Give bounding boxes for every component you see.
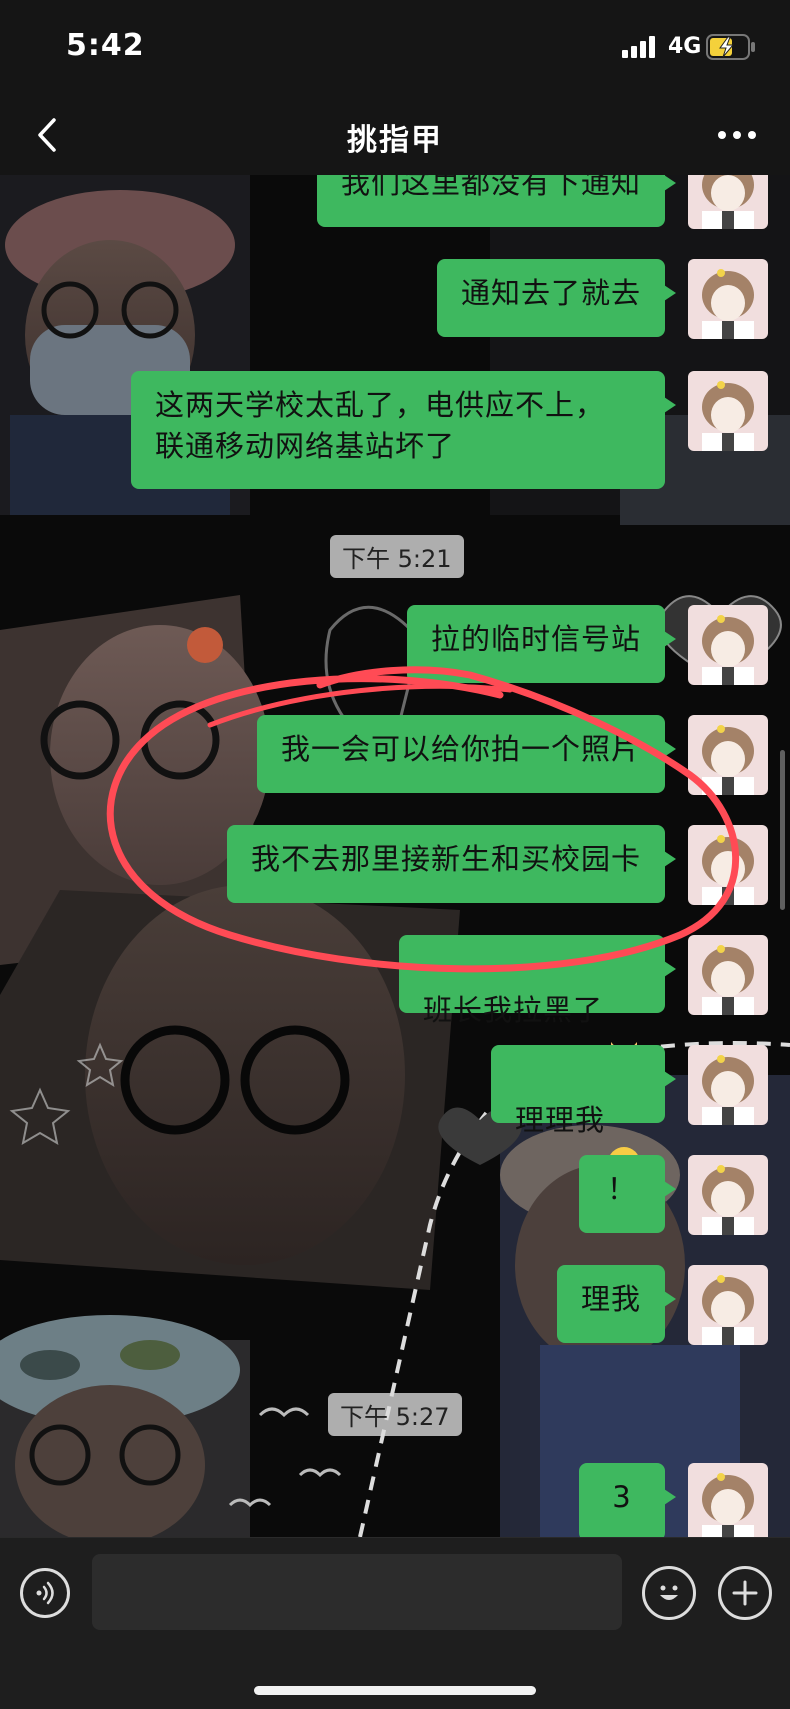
photo-boy-camo-hat: [0, 1315, 250, 1537]
avatar[interactable]: [688, 1265, 768, 1345]
avatar[interactable]: [688, 259, 768, 339]
more-button[interactable]: [712, 117, 762, 153]
plus-icon: [732, 1580, 758, 1606]
status-time: 5:42: [66, 28, 145, 63]
voice-button[interactable]: [20, 1568, 70, 1618]
signal-icon: [622, 36, 662, 62]
plus-button[interactable]: [718, 1566, 772, 1620]
battery-icon: [706, 34, 756, 64]
emoji-icon: [660, 1585, 678, 1600]
message-bubble[interactable]: 通知去了就去: [436, 259, 677, 337]
message-text: 班长我拉黑了: [422, 993, 603, 1027]
flushed-emoji-icon: [607, 1105, 641, 1179]
voice-icon: [36, 1581, 54, 1605]
avatar[interactable]: [688, 935, 768, 1015]
avatar[interactable]: [688, 1045, 768, 1125]
message-bubble[interactable]: 班长我拉黑了: [398, 935, 677, 1062]
message-bubble[interactable]: 理理我: [490, 1045, 677, 1179]
avatar[interactable]: [688, 1155, 768, 1235]
avatar[interactable]: [688, 825, 768, 905]
message-bubble[interactable]: 拉的临时信号站: [406, 605, 677, 683]
avatar[interactable]: [688, 371, 768, 451]
avatar[interactable]: [688, 175, 768, 229]
cat-emoji-icon: [607, 997, 641, 1062]
status-bar: 5:42 4G: [0, 0, 790, 95]
avatar[interactable]: [688, 715, 768, 795]
time-separator: 下午 5:27: [328, 1393, 462, 1436]
message-bubble[interactable]: 理我: [556, 1265, 677, 1343]
chat-screen: 5:42 4G 挑指甲 我们这里都没有下通知 通知去了就去 这两天学校太乱了，电…: [0, 0, 790, 1709]
message-bubble[interactable]: ！: [579, 1155, 676, 1233]
more-icon: [718, 131, 756, 139]
message-bubble[interactable]: 3: [579, 1463, 676, 1537]
chat-title: 挑指甲: [347, 123, 443, 158]
emoji-button[interactable]: [642, 1566, 696, 1620]
scrollbar[interactable]: [780, 750, 785, 910]
avatar[interactable]: [688, 1463, 768, 1537]
message-bubble[interactable]: 我们这里都没有下通知: [316, 175, 677, 227]
message-bubble[interactable]: 我不去那里接新生和买校园卡: [226, 825, 677, 903]
message-bubble[interactable]: 我一会可以给你拍一个照片: [256, 715, 677, 793]
message-input[interactable]: [92, 1554, 622, 1630]
chat-area[interactable]: 我们这里都没有下通知 通知去了就去 这两天学校太乱了，电供应不上， 联通移动网络…: [0, 175, 790, 1537]
avatar[interactable]: [688, 605, 768, 685]
home-indicator[interactable]: [254, 1686, 536, 1695]
nav-bar: 挑指甲: [0, 95, 790, 175]
time-separator: 下午 5:21: [330, 535, 464, 578]
input-bar: [0, 1537, 790, 1709]
message-text: 理理我: [514, 1103, 605, 1137]
message-bubble[interactable]: 这两天学校太乱了，电供应不上， 联通移动网络基站坏了: [131, 371, 676, 489]
network-label: 4G: [668, 34, 702, 59]
photo-girl-eyes-closed: [0, 885, 460, 1290]
